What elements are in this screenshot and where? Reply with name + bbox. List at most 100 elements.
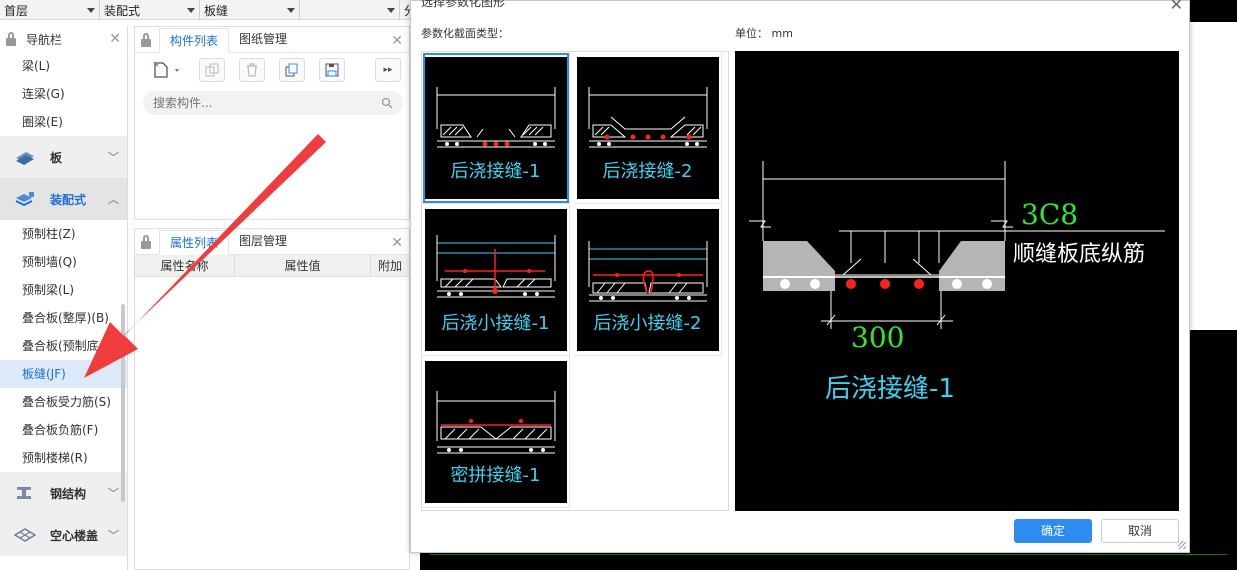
delete-button[interactable] bbox=[239, 58, 265, 82]
layer-copy-button[interactable] bbox=[279, 58, 305, 82]
more-button[interactable]: ▸▸ bbox=[375, 58, 401, 82]
double-arrow-icon: ▸▸ bbox=[383, 65, 393, 75]
nav-group-prefab[interactable]: 装配式 ︿ bbox=[0, 178, 127, 220]
trash-icon bbox=[247, 63, 257, 77]
property-panel: 属性列表 图层管理 ✕ 属性名称 属性值 附加 bbox=[134, 228, 410, 570]
search-box[interactable] bbox=[143, 91, 403, 115]
component-tabs: 构件列表 图纸管理 ✕ bbox=[135, 27, 409, 53]
component-select[interactable] bbox=[300, 0, 400, 20]
section-thumb-4-canvas: 后浇小接缝-2 bbox=[576, 208, 719, 351]
save-icon bbox=[325, 63, 339, 77]
lock-icon[interactable] bbox=[141, 235, 151, 249]
save-template-button[interactable] bbox=[319, 58, 345, 82]
col-extra: 附加 bbox=[377, 259, 402, 273]
nav-item-beam[interactable]: 梁(L) bbox=[0, 52, 127, 80]
section-thumb-2[interactable]: 后浇接缝-2 bbox=[574, 52, 722, 204]
component-type-select[interactable]: 板缝 bbox=[200, 0, 300, 20]
section-thumb-5[interactable]: 密拼接缝-1 bbox=[422, 356, 570, 508]
section-preview-drawing: 3C8 顺缝板底纵筋 300 后浇接缝-1 bbox=[749, 161, 1165, 404]
new-file-icon bbox=[153, 61, 179, 78]
nav-item-composite-slab-rebar[interactable]: 叠合板受力筋(S) bbox=[0, 388, 127, 416]
search-icon[interactable] bbox=[381, 97, 393, 109]
component-toolbar: ▸▸ bbox=[135, 53, 409, 87]
nav-item-prefab-wall[interactable]: 预制墙(Q) bbox=[0, 248, 127, 276]
chevron-down-icon: ﹀ bbox=[108, 487, 119, 500]
new-component-button[interactable] bbox=[149, 58, 185, 82]
section-thumb-1-caption: 后浇接缝-1 bbox=[450, 160, 541, 182]
close-icon[interactable]: ✕ bbox=[391, 33, 403, 49]
navigation-panel: 导航栏 ✕ 梁(L) 连梁(G) 圈梁(E) 板 ﹀ 装配式 ︿ 预制柱(Z) … bbox=[0, 26, 128, 570]
steel-beam-icon bbox=[17, 487, 31, 499]
nav-item-prefab-stair[interactable]: 预制楼梯(R) bbox=[0, 444, 127, 472]
col-property-value: 属性值 bbox=[235, 255, 371, 276]
hollow-slab-icon bbox=[14, 528, 36, 542]
tab-component-list[interactable]: 构件列表 bbox=[159, 28, 230, 53]
chevron-down-icon: ﹀ bbox=[108, 151, 119, 164]
close-icon[interactable]: ✕ bbox=[391, 235, 403, 251]
category-select[interactable]: 装配式 bbox=[100, 0, 200, 20]
nav-group-steel-label: 钢结构 bbox=[50, 486, 87, 501]
chevron-up-icon: ︿ bbox=[108, 193, 119, 206]
section-thumb-3-caption: 后浇小接缝-1 bbox=[441, 312, 550, 334]
property-tabs: 属性列表 图层管理 ✕ bbox=[135, 229, 409, 255]
section-thumb-3-canvas: 后浇小接缝-1 bbox=[424, 208, 567, 351]
chevron-down-icon bbox=[187, 7, 195, 13]
section-thumb-1-canvas: 后浇接缝-1 bbox=[424, 56, 567, 199]
component-type-value: 板缝 bbox=[204, 3, 229, 18]
nav-item-ring-beam[interactable]: 圈梁(E) bbox=[0, 108, 127, 136]
category-select-value: 装配式 bbox=[104, 3, 141, 18]
nav-group-slab[interactable]: 板 ﹀ bbox=[0, 136, 127, 178]
nav-header: 导航栏 ✕ bbox=[0, 26, 127, 52]
section-preview: 3C8 顺缝板底纵筋 300 后浇接缝-1 bbox=[735, 51, 1179, 511]
nav-item-composite-slab-precast[interactable]: 叠合板(预制底 bbox=[0, 332, 127, 360]
copy-button[interactable] bbox=[199, 58, 225, 82]
chevron-down-icon bbox=[387, 7, 395, 13]
nav-scrollbar[interactable] bbox=[121, 304, 125, 502]
dialog-title: 选择参数化图形 bbox=[421, 0, 506, 9]
nav-item-composite-slab-full[interactable]: 叠合板(整厚)(B) bbox=[0, 304, 127, 332]
chevron-down-icon: ﹀ bbox=[108, 529, 119, 542]
section-thumb-3[interactable]: 后浇小接缝-1 bbox=[422, 204, 570, 356]
nav-group-steel[interactable]: 钢结构 ﹀ bbox=[0, 472, 127, 514]
layers-icon bbox=[285, 63, 298, 77]
nav-item-prefab-column[interactable]: 预制柱(Z) bbox=[0, 220, 127, 248]
section-thumb-1[interactable]: 后浇接缝-1 bbox=[422, 52, 570, 204]
chevron-down-icon bbox=[87, 7, 95, 13]
nav-item-link-beam[interactable]: 连梁(G) bbox=[0, 80, 127, 108]
prefab-icon bbox=[15, 192, 34, 207]
lock-icon[interactable] bbox=[141, 33, 151, 47]
chevron-down-icon bbox=[287, 7, 295, 13]
nav-item-prefab-beam[interactable]: 预制梁(L) bbox=[0, 276, 127, 304]
nav-group-hollow-label: 空心楼盖 bbox=[50, 528, 99, 543]
floor-select[interactable]: 首层 bbox=[0, 0, 100, 20]
drawing-area-bottom bbox=[420, 550, 1237, 570]
close-icon[interactable]: ✕ bbox=[109, 31, 121, 47]
section-thumb-5-caption: 密拼接缝-1 bbox=[450, 464, 541, 486]
joint-width-label: 300 bbox=[851, 321, 904, 354]
section-thumb-2-caption: 后浇接缝-2 bbox=[602, 160, 693, 182]
resize-grip-icon[interactable] bbox=[1178, 541, 1186, 549]
close-icon[interactable]: ✕ bbox=[1170, 0, 1183, 14]
tab-drawing-management[interactable]: 图纸管理 bbox=[229, 27, 297, 52]
nav-group-prefab-label: 装配式 bbox=[50, 192, 87, 207]
nav-item-composite-slab-negative[interactable]: 叠合板负筋(F) bbox=[0, 416, 127, 444]
property-table-header: 属性名称 属性值 附加 bbox=[135, 255, 409, 277]
tab-property-list[interactable]: 属性列表 bbox=[159, 230, 230, 255]
tab-layer-management[interactable]: 图层管理 bbox=[229, 229, 297, 254]
lock-icon[interactable] bbox=[6, 32, 16, 46]
ok-button[interactable]: 确定 bbox=[1014, 519, 1092, 543]
floor-select-value: 首层 bbox=[4, 3, 29, 18]
section-type-label: 参数化截面类型： bbox=[421, 27, 509, 40]
cancel-button[interactable]: 取消 bbox=[1101, 519, 1179, 543]
section-thumb-4-caption: 后浇小接缝-2 bbox=[593, 312, 702, 334]
search-input[interactable] bbox=[153, 96, 381, 110]
unit-label: 单位： mm bbox=[735, 27, 793, 40]
drawing-area-edge bbox=[1190, 0, 1237, 570]
section-thumb-4[interactable]: 后浇小接缝-2 bbox=[574, 204, 722, 356]
nav-group-hollow[interactable]: 空心楼盖 ﹀ bbox=[0, 514, 127, 556]
nav-item-slab-joint[interactable]: 板缝(JF) bbox=[0, 360, 127, 388]
preview-name-label: 后浇接缝-1 bbox=[825, 374, 955, 404]
section-type-list: 后浇接缝-1 后浇接缝-2 后浇小接缝-1 后浇小接缝-2 密拼接缝-1 bbox=[421, 51, 729, 511]
copy-icon bbox=[205, 63, 219, 77]
parametric-shape-dialog: 选择参数化图形 ✕ 参数化截面类型： 单位： mm 后浇接缝-1 后浇接缝-2 … bbox=[410, 0, 1190, 553]
